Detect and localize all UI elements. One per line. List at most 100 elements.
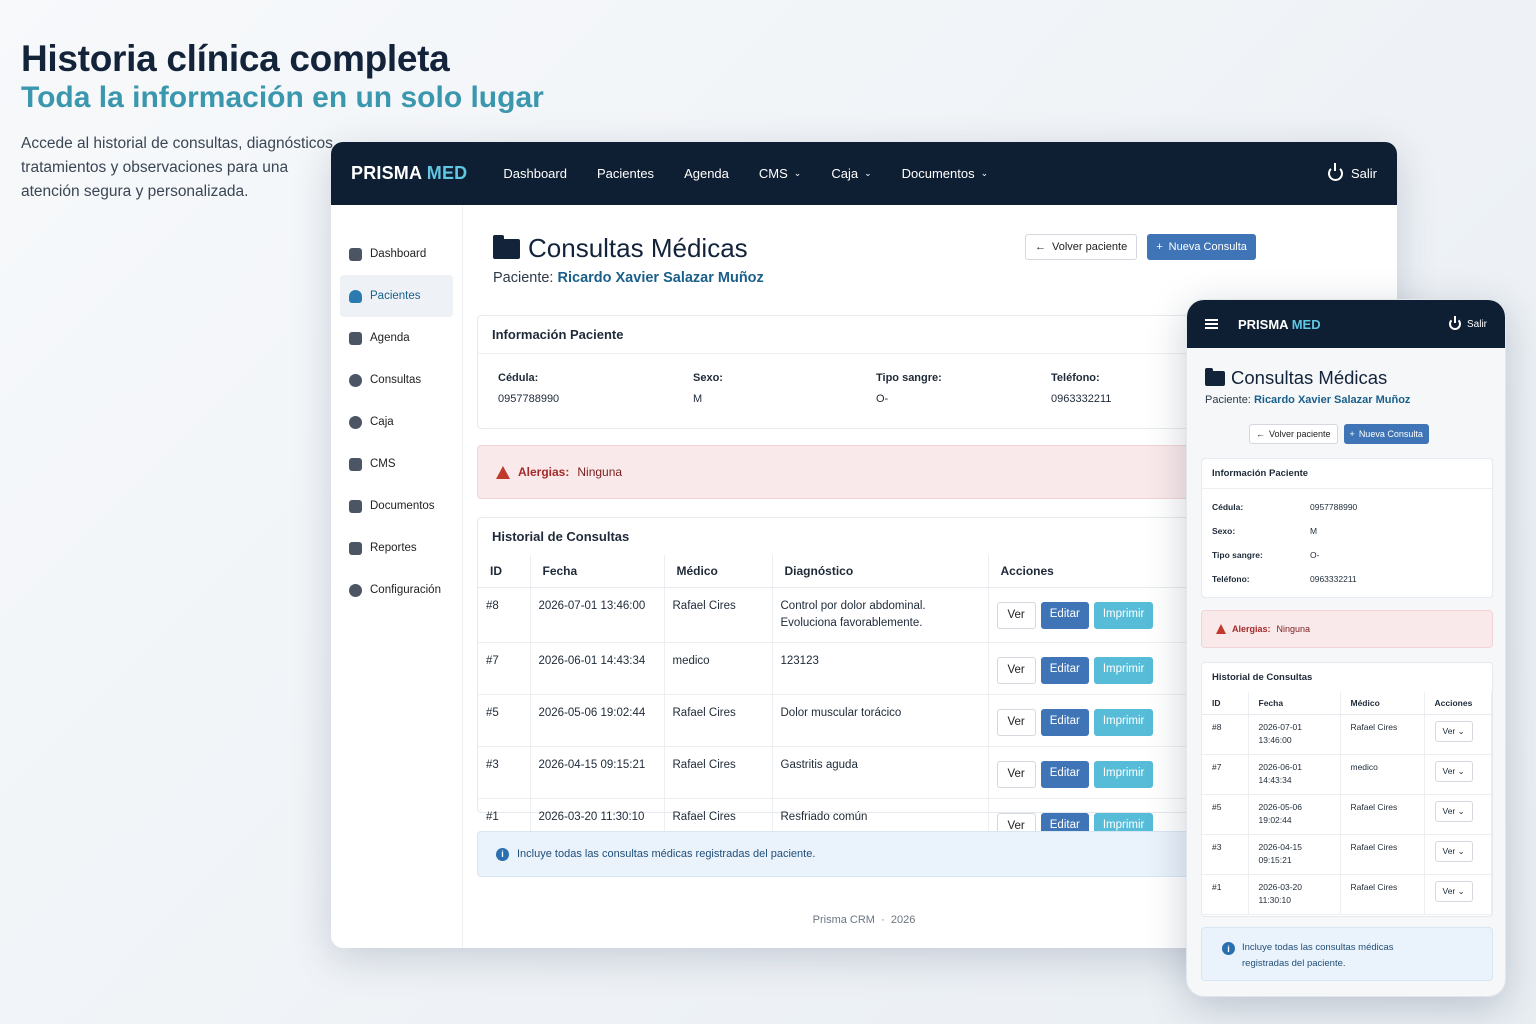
button-label: Volver paciente bbox=[1052, 241, 1128, 253]
field-label: Tipo sangre: bbox=[1212, 550, 1263, 560]
hero: Historia clínica completa Toda la inform… bbox=[21, 38, 544, 200]
nav-caja[interactable]: Caja ⌄ bbox=[831, 166, 871, 181]
button-label: Nueva Consulta bbox=[1358, 429, 1423, 439]
sidebar-item-dashboard[interactable]: Dashboard bbox=[331, 233, 462, 275]
chevron-down-icon: ⌄ bbox=[980, 168, 989, 178]
table-row: #5 2026-05-06 19:02:44 Rafael Cires Dolor m… bbox=[478, 694, 1236, 747]
ver-dropdown[interactable]: Ver ⌄ bbox=[1434, 841, 1473, 862]
cell-acciones: Ver ⌄ bbox=[1424, 874, 1492, 915]
arrow-left-icon: ← bbox=[1035, 241, 1046, 253]
imprimir-button[interactable]: Imprimir bbox=[1093, 761, 1154, 788]
plus-icon: + bbox=[1349, 429, 1355, 439]
ver-button[interactable]: Ver bbox=[996, 761, 1036, 788]
imprimir-button[interactable]: Imprimir bbox=[1093, 602, 1154, 629]
info-sexo: Sexo: M bbox=[693, 372, 876, 405]
brand-logo[interactable]: PRISMA MED bbox=[1238, 317, 1321, 332]
cell-medico: medico bbox=[664, 642, 773, 695]
info-cedula: Cédula: 0957788990 bbox=[498, 372, 693, 405]
info-telefono: Teléfono: 0963332211 bbox=[1202, 567, 1492, 591]
fecha-time: 19:02:44 bbox=[1258, 815, 1292, 825]
ver-dropdown[interactable]: Ver ⌄ bbox=[1434, 881, 1473, 902]
sidebar-item-pacientes[interactable]: Pacientes bbox=[340, 275, 453, 317]
cell-id: #3 bbox=[1202, 834, 1249, 875]
ver-button[interactable]: Ver bbox=[996, 657, 1036, 684]
cell-diagnostico: Gastritis aguda bbox=[772, 746, 989, 799]
col-medico: Médico bbox=[1340, 692, 1425, 715]
new-consulta-button[interactable]: + Nueva Consulta bbox=[1147, 234, 1256, 260]
editar-button[interactable]: Editar bbox=[1040, 657, 1089, 684]
sidebar-item-agenda[interactable]: Agenda bbox=[331, 317, 462, 359]
info-note: i Incluye todas las consultas médicas reg… bbox=[1201, 927, 1493, 981]
nav-documentos[interactable]: Documentos ⌄ bbox=[902, 166, 989, 181]
new-consulta-button[interactable]: + Nueva Consulta bbox=[1343, 424, 1429, 444]
imprimir-button[interactable]: Imprimir bbox=[1093, 709, 1154, 736]
brand-accent: MED bbox=[1291, 316, 1321, 332]
dashboard-icon bbox=[349, 247, 362, 261]
sidebar-item-label: CMS bbox=[370, 458, 396, 470]
sidebar-item-cms[interactable]: CMS bbox=[331, 443, 462, 485]
cell-id: #7 bbox=[478, 642, 531, 695]
sidebar-item-consultas[interactable]: Consultas bbox=[331, 359, 462, 401]
editar-button[interactable]: Editar bbox=[1040, 761, 1089, 788]
nav-dashboard[interactable]: Dashboard bbox=[503, 166, 567, 181]
nav-cms[interactable]: CMS ⌄ bbox=[759, 166, 801, 181]
back-patient-button[interactable]: ← Volver paciente bbox=[1249, 424, 1338, 444]
info-sexo: Sexo: M bbox=[1202, 519, 1492, 543]
back-patient-button[interactable]: ← Volver paciente bbox=[1025, 234, 1138, 260]
col-diagnostico: Diagnóstico bbox=[772, 555, 989, 588]
nav-agenda[interactable]: Agenda bbox=[684, 166, 729, 181]
ver-dropdown[interactable]: Ver ⌄ bbox=[1434, 761, 1473, 782]
field-value: M bbox=[693, 393, 703, 405]
ver-button[interactable]: Ver bbox=[996, 709, 1036, 736]
ver-button[interactable]: Ver bbox=[996, 602, 1036, 629]
note-text: Incluye todas las consultas médicas regi… bbox=[517, 848, 816, 860]
logout-label: Salir bbox=[1350, 166, 1377, 181]
nav-pacientes[interactable]: Pacientes bbox=[597, 166, 654, 181]
allergy-alert: Alergias: Ninguna bbox=[1201, 610, 1493, 648]
header-actions: ← Volver paciente + Nueva Consulta bbox=[1025, 234, 1256, 260]
sidebar-item-documentos[interactable]: Documentos bbox=[331, 485, 462, 527]
sidebar-item-label: Documentos bbox=[370, 500, 435, 512]
nav-label: Pacientes bbox=[596, 166, 655, 181]
info-icon: i bbox=[496, 847, 509, 861]
ver-dropdown[interactable]: Ver ⌄ bbox=[1434, 801, 1473, 822]
cell-acciones: Ver ⌄ bbox=[1424, 834, 1492, 875]
brand-accent: MED bbox=[426, 163, 468, 183]
cell-fecha: 2026-06-01 14:43:34 bbox=[1248, 754, 1341, 795]
sidebar-item-label: Configuración bbox=[370, 584, 441, 596]
power-icon bbox=[1327, 163, 1343, 181]
ver-dropdown[interactable]: Ver ⌄ bbox=[1434, 721, 1473, 742]
cell-fecha: 2026-07-01 13:46:00 bbox=[1248, 714, 1341, 755]
nav-label: Dashboard bbox=[503, 166, 567, 181]
ver-label: Ver bbox=[1442, 886, 1456, 896]
field-value: 0957788990 bbox=[498, 393, 560, 405]
diag-line: Resfriado común bbox=[780, 811, 868, 823]
logout-button[interactable]: Salir bbox=[1327, 163, 1377, 181]
calendar-icon bbox=[349, 331, 362, 345]
fecha-date: 2026-03-20 bbox=[1258, 882, 1302, 892]
logout-button[interactable]: Salir bbox=[1448, 316, 1487, 330]
sidebar-item-reportes[interactable]: Reportes bbox=[331, 527, 462, 569]
nav-label: Documentos bbox=[901, 166, 975, 181]
patient-name[interactable]: Ricardo Xavier Salazar Muñoz bbox=[558, 270, 764, 286]
hamburger-icon[interactable] bbox=[1205, 319, 1218, 329]
ver-label: Ver bbox=[1442, 846, 1456, 856]
patient-name[interactable]: Ricardo Xavier Salazar Muñoz bbox=[1254, 394, 1411, 406]
header-actions: ← Volver paciente + Nueva Consulta bbox=[1249, 424, 1429, 444]
cell-fecha: 2026-05-06 19:02:44 bbox=[530, 694, 665, 747]
sidebar-item-configuracion[interactable]: Configuración bbox=[331, 569, 462, 611]
editar-button[interactable]: Editar bbox=[1040, 709, 1089, 736]
info-tipo-sangre: Tipo sangre: O- bbox=[876, 372, 1051, 405]
cell-diagnostico: Control por dolor abdominal. Evoluciona f… bbox=[772, 587, 989, 643]
fecha-time: 14:43:34 bbox=[1258, 775, 1292, 785]
brand-logo[interactable]: PRISMA MED bbox=[351, 163, 467, 184]
folder-icon bbox=[1205, 367, 1225, 386]
sidebar-item-caja[interactable]: Caja bbox=[331, 401, 462, 443]
chevron-down-icon: ⌄ bbox=[1457, 806, 1465, 816]
col-acciones: Acciones bbox=[1424, 692, 1492, 715]
table-row: #7 2026-06-01 14:43:34 medico Ver ⌄ bbox=[1202, 754, 1492, 795]
hero-description: Accede al historial de consultas, diagnó… bbox=[21, 135, 338, 200]
imprimir-button[interactable]: Imprimir bbox=[1093, 657, 1154, 684]
patient-info-card: Información Paciente Cédula: 0957788990 S… bbox=[1201, 458, 1493, 598]
editar-button[interactable]: Editar bbox=[1040, 602, 1089, 629]
